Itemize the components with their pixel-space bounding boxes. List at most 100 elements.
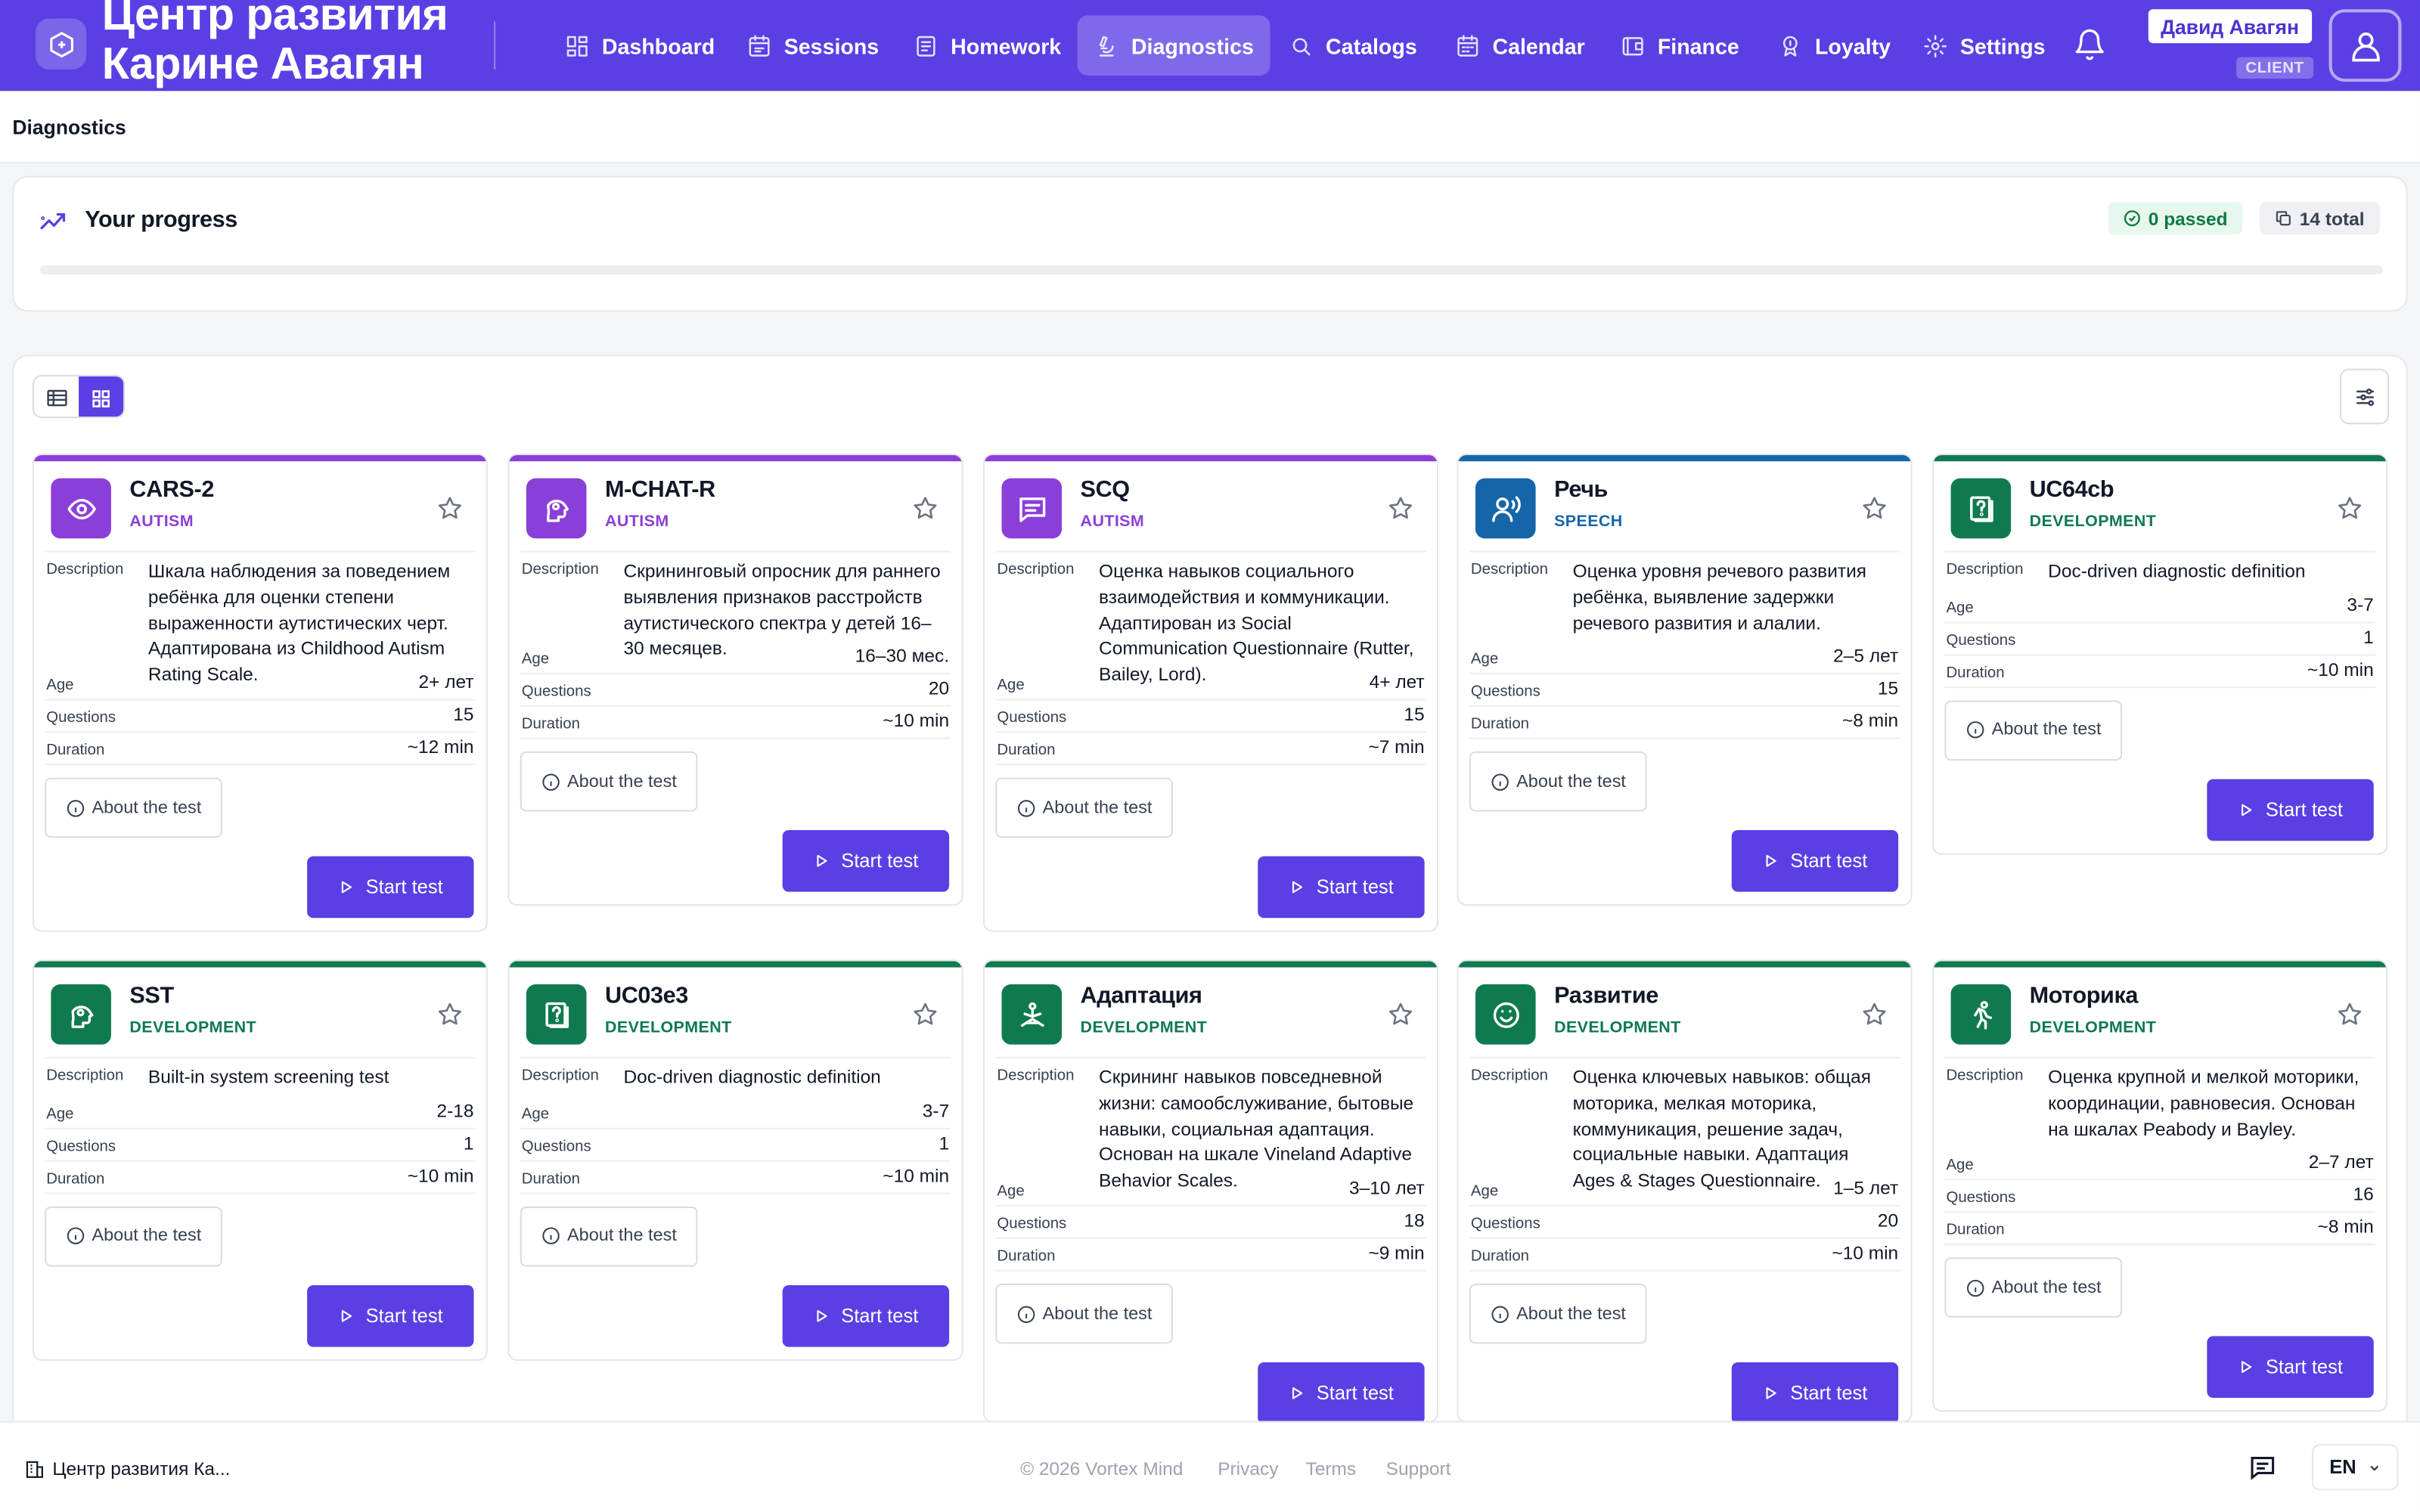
questions-row: Questions 18 [995, 1207, 1426, 1240]
test-icon-tile [1475, 984, 1536, 1045]
nav-item-dashboard[interactable]: Dashboard [548, 15, 731, 76]
footer-terms-link[interactable]: Terms [1306, 1458, 1357, 1480]
start-test-label: Start test [2265, 1356, 2343, 1379]
about-test-button[interactable]: About the test [995, 777, 1174, 838]
nav-item-finance[interactable]: Finance [1603, 15, 1756, 76]
about-test-button[interactable]: About the test [520, 1206, 698, 1267]
test-card[interactable]: SCQ AUTISM Description Оценка навыков социа… [982, 453, 1439, 933]
nav-item-label: Catalogs [1326, 33, 1417, 58]
test-card[interactable]: UC03e3 DEVELOPMENT Description Doc-driven d… [507, 959, 963, 1361]
footer [0, 1421, 2420, 1512]
test-card[interactable]: Моторика DEVELOPMENT Description Оценка кру… [1932, 959, 2388, 1413]
test-card[interactable]: Речь SPEECH Description Оценка уровня речев… [1457, 453, 1913, 906]
nav-item-homework[interactable]: Homework [897, 15, 1078, 76]
questions-row: Questions 1 [45, 1129, 476, 1162]
test-card[interactable]: M-CHAT-R AUTISM Description Скрининговый оп… [507, 453, 963, 906]
nav-item-label: Dashboard [601, 33, 715, 58]
footer-privacy-link[interactable]: Privacy [1218, 1458, 1278, 1480]
favorite-star-icon[interactable] [912, 495, 939, 522]
play-icon [1292, 881, 1303, 894]
about-test-button[interactable]: About the test [1469, 1284, 1647, 1344]
start-test-button[interactable]: Start test [1731, 830, 1899, 893]
about-test-label: About the test [1516, 1304, 1626, 1324]
test-icon-tile [1950, 478, 2012, 539]
grid-view-button[interactable] [79, 376, 124, 417]
info-icon [1491, 1305, 1508, 1323]
footer-support-link[interactable]: Support [1386, 1458, 1451, 1480]
info-icon [1016, 1305, 1035, 1323]
start-test-button[interactable]: Start test [2207, 1337, 2374, 1399]
search-icon [1292, 37, 1311, 55]
play-icon [817, 1309, 827, 1322]
start-test-button[interactable]: Start test [1258, 857, 1425, 919]
favorite-star-icon[interactable] [1388, 495, 1414, 522]
user-avatar-button[interactable] [2328, 9, 2402, 82]
favorite-star-icon[interactable] [912, 1001, 939, 1027]
eye-icon [67, 497, 95, 519]
duration-label: Duration [1946, 665, 2005, 682]
nav-item-loyalty[interactable]: Loyalty [1761, 15, 1908, 76]
start-test-button[interactable]: Start test [782, 1284, 950, 1347]
nav-item-diagnostics[interactable]: Diagnostics [1077, 15, 1271, 76]
questions-label: Questions [1946, 1190, 2016, 1207]
notification-bell-icon[interactable] [2073, 26, 2107, 64]
nav-item-catalogs[interactable]: Catalogs [1272, 15, 1435, 76]
favorite-star-icon[interactable] [1388, 1001, 1414, 1027]
test-card[interactable]: Адаптация DEVELOPMENT Description Скрининг … [982, 959, 1439, 1423]
nav-item-label: Homework [951, 33, 1062, 58]
about-test-button[interactable]: About the test [995, 1284, 1174, 1344]
dashboard-icon [566, 35, 588, 56]
test-category: DEVELOPMENT [604, 1018, 732, 1037]
favorite-star-icon[interactable] [1861, 1001, 1888, 1027]
duration-value: ~10 min [883, 1164, 950, 1186]
running-icon [1973, 1000, 1991, 1029]
test-card[interactable]: UC64cb DEVELOPMENT Description Doc-driven d… [1932, 453, 2388, 855]
favorite-star-icon[interactable] [2337, 1001, 2363, 1027]
description-label: Description [521, 1067, 599, 1085]
start-test-button[interactable]: Start test [307, 857, 474, 919]
nav-item-settings[interactable]: Settings [1906, 15, 2062, 76]
description-label: Description [521, 561, 599, 579]
test-card[interactable]: SST DEVELOPMENT Description Built-in system… [32, 959, 488, 1361]
questions-row: Questions 20 [520, 675, 951, 708]
about-test-button[interactable]: About the test [45, 777, 222, 838]
duration-label: Duration [997, 742, 1056, 760]
about-test-button[interactable]: About the test [45, 1206, 222, 1267]
start-test-button[interactable]: Start test [1731, 1362, 1899, 1421]
questions-value: 1 [2363, 626, 2374, 648]
about-test-button[interactable]: About the test [1944, 700, 2123, 761]
nav-item-calendar[interactable]: Calendar [1438, 15, 1602, 76]
chat-feedback-icon[interactable] [2248, 1453, 2276, 1481]
language-select[interactable]: EN [2312, 1444, 2399, 1491]
about-test-button[interactable]: About the test [520, 751, 698, 813]
favorite-star-icon[interactable] [1861, 495, 1888, 522]
list-view-button[interactable] [34, 376, 79, 417]
test-icon-tile [51, 984, 111, 1045]
start-test-button[interactable]: Start test [782, 830, 950, 893]
questions-row: Questions 15 [1469, 675, 1900, 708]
filter-settings-button[interactable] [2339, 368, 2390, 425]
favorite-star-icon[interactable] [437, 495, 464, 522]
start-test-button[interactable]: Start test [1258, 1362, 1425, 1421]
favorite-star-icon[interactable] [2337, 495, 2363, 522]
app-logo[interactable] [35, 18, 87, 70]
description-label: Description [997, 1067, 1075, 1085]
start-test-button[interactable]: Start test [307, 1284, 474, 1347]
test-card[interactable]: Развитие DEVELOPMENT Description Оценка клю… [1457, 959, 1913, 1423]
clipboard-icon [917, 35, 935, 56]
about-test-button[interactable]: About the test [1944, 1258, 2123, 1318]
about-test-button[interactable]: About the test [1469, 751, 1647, 813]
questions-value: 1 [939, 1132, 950, 1154]
start-test-button[interactable]: Start test [2207, 779, 2374, 841]
test-card[interactable]: CARS-2 AUTISM Description Шкала наблюдения … [32, 453, 488, 933]
about-test-label: About the test [1042, 1304, 1153, 1324]
footer-org[interactable]: Центр развития Ка... [25, 1458, 230, 1479]
nav-item-sessions[interactable]: Sessions [730, 15, 895, 76]
user-name[interactable]: Давид Авагян [2148, 9, 2312, 44]
nav-item-label: Diagnostics [1131, 33, 1254, 58]
nav-item-label: Calendar [1492, 33, 1585, 58]
total-count: 14 total [2299, 207, 2365, 230]
favorite-star-icon[interactable] [437, 1001, 464, 1027]
test-icon-tile [51, 478, 111, 539]
test-icon-tile [526, 984, 587, 1045]
